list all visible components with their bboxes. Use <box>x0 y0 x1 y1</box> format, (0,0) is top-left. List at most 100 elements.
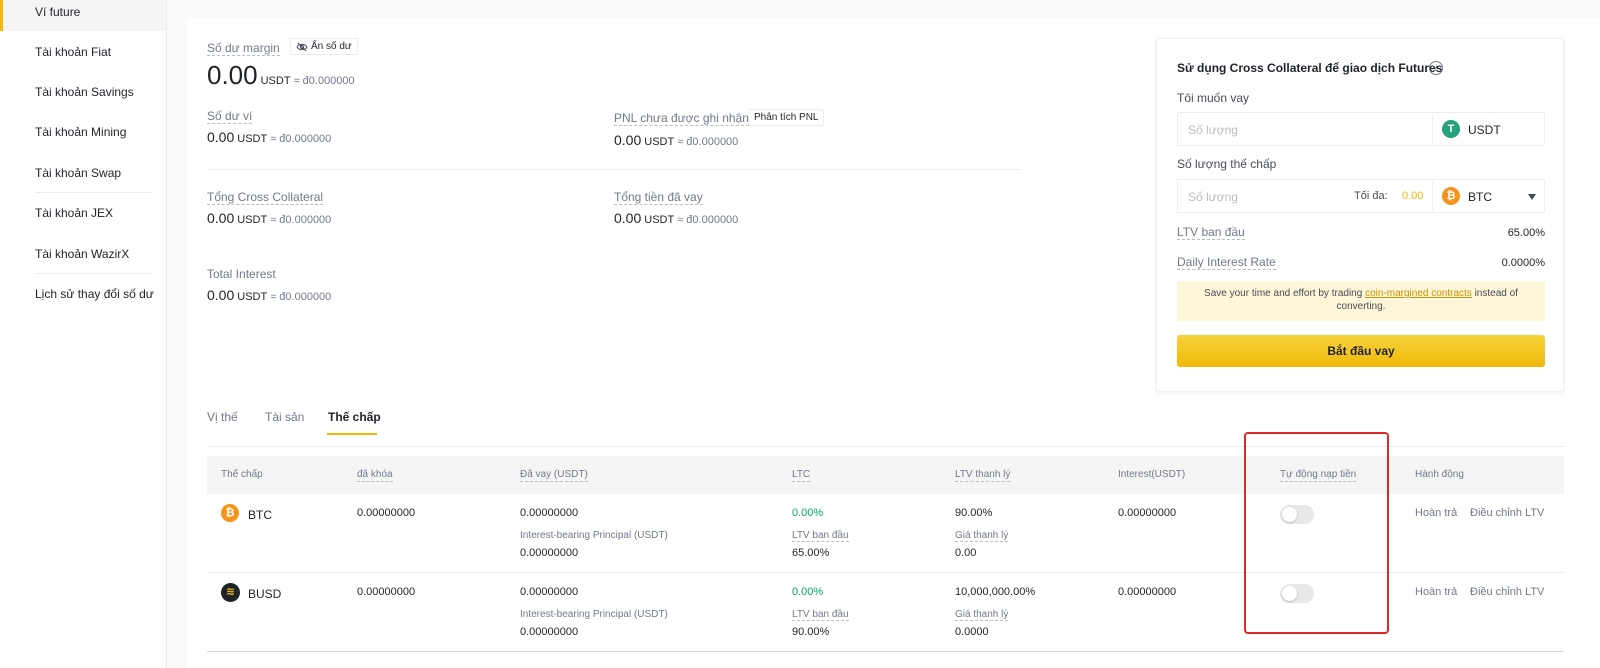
header-action: Hành động <box>1415 469 1464 480</box>
usdt-icon: T <box>1442 120 1460 138</box>
daily-interest-label: Daily Interest Rate <box>1177 255 1276 270</box>
collateral-amount-placeholder: Số lượng <box>1188 190 1238 204</box>
header-borrowed: Đã vay (USDT) <box>520 469 588 482</box>
header-collateral: Thế chấp <box>221 469 263 480</box>
sidebar-item-balance-history[interactable]: Lịch sử thay đổi số dư <box>35 287 154 301</box>
liquidation-ltv-value: 10,000,000.00% <box>955 586 1036 598</box>
fiat-approx: ≈ đ0.000000 <box>293 75 355 87</box>
total-interest-value: 0.00 USDT ≈ đ0.000000 <box>207 287 331 305</box>
max-label: Tối đa: <box>1354 190 1388 202</box>
collateral-amount-field[interactable]: Số lượng Tối đa: 0.00 ₿ BTC <box>1177 179 1545 213</box>
sidebar-divider <box>35 273 153 274</box>
adjust-ltv-button[interactable]: Điều chỉnh LTV <box>1470 586 1544 598</box>
total-cross-collateral-label: Tổng Cross Collateral <box>207 190 324 205</box>
unit-label: USDT <box>237 214 268 226</box>
auto-topup-highlight <box>1244 432 1389 634</box>
initial-ltv-label: LTV ban đầu <box>792 530 849 542</box>
borrowed-amount: 0.00000000 <box>520 586 579 598</box>
fiat-approx: ≈ đ0.000000 <box>270 133 332 145</box>
max-value[interactable]: 0.00 <box>1402 190 1423 202</box>
info-icon[interactable]: i <box>1429 61 1443 75</box>
unit-label: USDT <box>260 75 291 87</box>
collateral-amount-label: Số lượng thế chấp <box>1177 157 1277 171</box>
initial-ltv-label: LTV ban đầu <box>792 609 849 621</box>
header-liquidation-ltv: LTV thanh lý <box>955 469 1011 482</box>
hide-balance-button[interactable]: Ẩn số dư <box>290 38 358 55</box>
principal-label: Interest-bearing Principal (USDT) <box>520 530 668 541</box>
chevron-down-icon[interactable] <box>1528 194 1536 200</box>
sidebar-item-futures-wallet[interactable]: Ví future <box>35 5 80 19</box>
borrow-amount-field[interactable]: Số lượng T USDT <box>1177 112 1545 146</box>
pnl-analysis-button[interactable]: Phân tích PNL <box>748 109 825 126</box>
summary-divider <box>207 169 1020 170</box>
unrealized-pnl-amount: 0.00 <box>614 132 642 148</box>
sidebar-active-indicator <box>0 0 3 31</box>
sidebar-item-savings[interactable]: Tài khoản Savings <box>35 85 134 99</box>
field-separator <box>1432 115 1433 143</box>
total-interest-amount: 0.00 <box>207 287 235 303</box>
liquidation-ltv-value: 90.00% <box>955 507 993 519</box>
initial-ltv-value: 90.00% <box>792 626 830 638</box>
busd-icon: ≋ <box>221 583 240 602</box>
interest-value: 0.00000000 <box>1118 586 1177 598</box>
principal-label: Interest-bearing Principal (USDT) <box>520 609 668 620</box>
margin-balance-amount: 0.00 <box>207 60 258 90</box>
liquidation-price-value: 0.00 <box>955 547 977 559</box>
active-tab-underline <box>327 433 377 435</box>
repay-button[interactable]: Hoàn trả <box>1415 507 1457 519</box>
tab-assets[interactable]: Tài sản <box>265 410 304 424</box>
coin-margined-link[interactable]: coin-margined contracts <box>1365 288 1472 299</box>
btc-icon: ₿ <box>221 504 239 522</box>
unrealized-pnl-label: PNL chưa được ghi nhận <box>614 111 749 126</box>
start-borrow-button[interactable]: Bắt đầu vay <box>1177 335 1545 367</box>
total-borrowed-amount: 0.00 <box>614 210 642 226</box>
hide-balance-label: Ẩn số dư <box>311 41 352 52</box>
borrow-amount-placeholder: Số lượng <box>1188 123 1238 137</box>
collateral-coin: BTC <box>248 508 272 522</box>
collateral-coin-label[interactable]: BTC <box>1468 190 1492 204</box>
fiat-approx: ≈ đ0.000000 <box>677 136 739 148</box>
unit-label: USDT <box>237 291 268 303</box>
cross-collateral-card: Sử dụng Cross Collateral để giao dịch Fu… <box>1156 38 1564 392</box>
daily-interest-row: Daily Interest Rate 0.0000% <box>1177 255 1545 271</box>
sidebar-item-fiat[interactable]: Tài khoản Fiat <box>35 45 111 59</box>
margin-balance-value: 0.00 USDT ≈ đ0.000000 <box>207 60 355 91</box>
repay-button[interactable]: Hoàn trả <box>1415 586 1457 598</box>
interest-value: 0.00000000 <box>1118 507 1177 519</box>
sidebar: Ví future Tài khoản Fiat Tài khoản Savin… <box>0 0 167 668</box>
tab-collateral[interactable]: Thế chấp <box>328 410 381 424</box>
adjust-ltv-button[interactable]: Điều chỉnh LTV <box>1470 507 1544 519</box>
borrowed-amount: 0.00000000 <box>520 507 579 519</box>
initial-ltv-row: LTV ban đầu 65.00% <box>1177 225 1545 241</box>
total-interest-label: Total Interest <box>207 267 276 281</box>
margin-balance-label: Số dư margin <box>207 41 280 56</box>
total-borrowed-value: 0.00 USDT ≈ đ0.000000 <box>614 210 738 228</box>
ltc-value: 0.00% <box>792 507 824 519</box>
header-interest: Interest(USDT) <box>1118 469 1186 480</box>
field-separator <box>1432 182 1433 210</box>
locked-amount: 0.00000000 <box>357 586 416 598</box>
wallet-balance-label: Số dư ví <box>207 109 253 124</box>
sidebar-item-swap[interactable]: Tài khoản Swap <box>35 166 121 180</box>
header-locked: đã khóa <box>357 469 393 482</box>
sidebar-item-mining[interactable]: Tài khoản Mining <box>35 125 126 139</box>
wallet-balance-amount: 0.00 <box>207 129 235 145</box>
tab-positions[interactable]: Vị thế <box>207 410 238 424</box>
header-ltc: LTC <box>792 469 811 482</box>
wallet-balance-value: 0.00 USDT ≈ đ0.000000 <box>207 129 331 147</box>
card-title: Sử dụng Cross Collateral để giao dịch Fu… <box>1177 61 1443 75</box>
daily-interest-value: 0.0000% <box>1501 257 1545 269</box>
fiat-approx: ≈ đ0.000000 <box>270 214 332 226</box>
eye-off-icon <box>296 42 308 52</box>
total-borrowed-label: Tổng tiền đã vay <box>614 190 703 205</box>
coin-margined-notice: Save your time and effort by trading coi… <box>1177 281 1545 321</box>
borrow-coin-label: USDT <box>1468 123 1501 137</box>
want-borrow-label: Tôi muốn vay <box>1177 91 1250 105</box>
liquidation-price-value: 0.0000 <box>955 626 989 638</box>
sidebar-item-jex[interactable]: Tài khoản JEX <box>35 206 113 220</box>
sidebar-item-wazirx[interactable]: Tài khoản WazirX <box>35 247 129 261</box>
initial-ltv-value: 65.00% <box>1507 227 1545 239</box>
principal-amount: 0.00000000 <box>520 626 579 638</box>
unit-label: USDT <box>237 133 268 145</box>
table-bottom-border <box>207 651 1564 652</box>
